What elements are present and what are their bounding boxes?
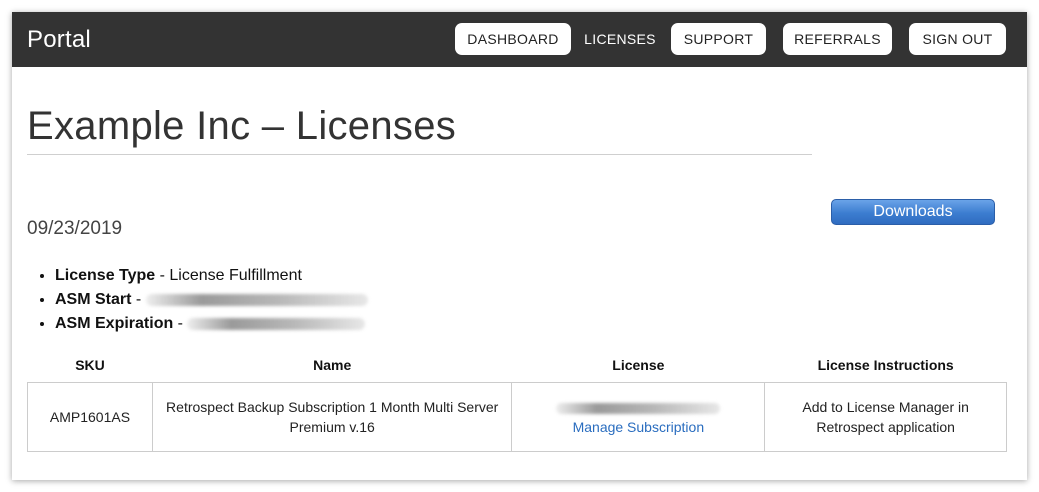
brand-logo[interactable]: Portal: [27, 26, 91, 54]
licenses-table: SKU Name License License Instructions AM…: [27, 347, 1007, 452]
manage-subscription-link[interactable]: Manage Subscription: [573, 419, 705, 435]
column-header-name: Name: [313, 356, 352, 373]
title-divider: [27, 154, 812, 155]
asm-expiration-item: ASM Expiration -: [55, 312, 368, 336]
portal-window: Portal DASHBOARD LICENSES SUPPORT REFERR…: [12, 12, 1027, 480]
license-key-redacted: [556, 402, 721, 414]
license-details-list: License Type - License Fulfillment ASM S…: [27, 264, 368, 336]
license-type-separator: -: [155, 267, 170, 284]
asm-start-redacted-value: [145, 293, 368, 306]
column-header-sku: SKU: [75, 356, 105, 373]
top-navigation-bar: Portal DASHBOARD LICENSES SUPPORT REFERR…: [12, 12, 1027, 67]
license-cell: Manage Subscription: [511, 382, 766, 452]
asm-expiration-redacted-value: [187, 317, 366, 330]
asm-start-item: ASM Start -: [55, 288, 368, 312]
asm-start-label: ASM Start: [55, 291, 132, 308]
table-header-row: SKU Name License License Instructions: [28, 347, 1007, 383]
downloads-button[interactable]: Downloads: [831, 199, 995, 225]
asm-expiration-separator: -: [173, 315, 188, 332]
sign-out-button[interactable]: SIGN OUT: [909, 23, 1006, 55]
product-name-cell: Retrospect Backup Subscription 1 Month M…: [151, 382, 513, 452]
license-type-item: License Type - License Fulfillment: [55, 264, 368, 288]
column-header-instructions: License Instructions: [817, 356, 954, 373]
asm-start-separator: -: [131, 291, 146, 308]
nav-dashboard-button[interactable]: DASHBOARD: [455, 23, 571, 55]
asm-expiration-label: ASM Expiration: [55, 315, 174, 332]
sku-cell: AMP1601AS: [27, 382, 153, 452]
nav-support-button[interactable]: SUPPORT: [671, 23, 766, 55]
table-row: AMP1601AS Retrospect Backup Subscription…: [27, 382, 1007, 452]
license-date: 09/23/2019: [27, 218, 123, 239]
nav-referrals-button[interactable]: REFERRALS: [783, 23, 892, 55]
page-title: Example Inc – Licenses: [27, 104, 457, 148]
license-type-value: License Fulfillment: [169, 267, 302, 284]
column-header-license: License: [612, 356, 665, 373]
license-type-label: License Type: [55, 267, 156, 284]
nav-licenses-button[interactable]: LICENSES: [578, 23, 662, 55]
instructions-cell: Add to License Manager in Retrospect app…: [764, 382, 1007, 452]
